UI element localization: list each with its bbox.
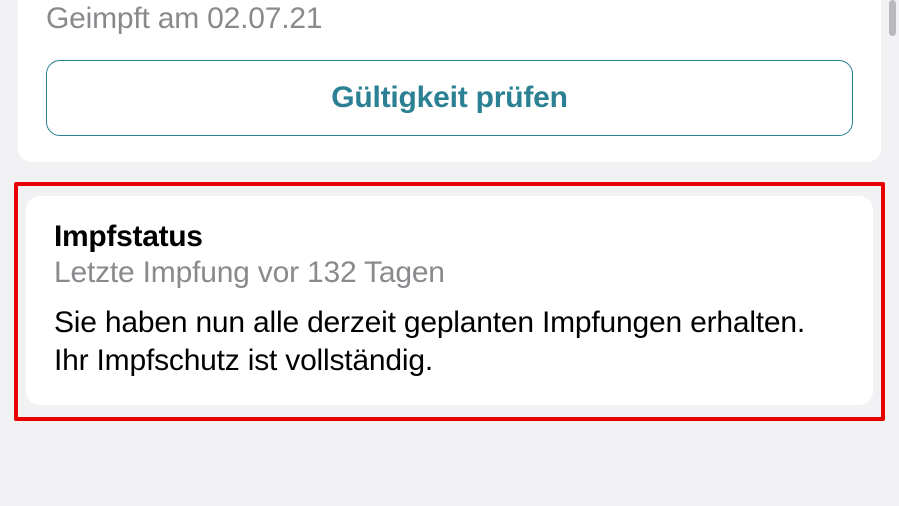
status-body-text: Sie haben nun alle derzeit geplanten Imp… xyxy=(54,304,845,379)
highlight-annotation: Impfstatus Letzte Impfung vor 132 Tagen … xyxy=(14,182,885,421)
certificate-card: Geimpft am 02.07.21 Gültigkeit prüfen xyxy=(18,0,881,162)
status-subtitle: Letzte Impfung vor 132 Tagen xyxy=(54,256,845,290)
vaccination-status-card: Impfstatus Letzte Impfung vor 132 Tagen … xyxy=(26,196,873,405)
status-title: Impfstatus xyxy=(54,220,845,254)
verify-validity-button[interactable]: Gültigkeit prüfen xyxy=(46,60,853,136)
vaccinated-on-label: Geimpft am 02.07.21 xyxy=(46,0,853,60)
scrollbar-thumb[interactable] xyxy=(889,0,896,36)
